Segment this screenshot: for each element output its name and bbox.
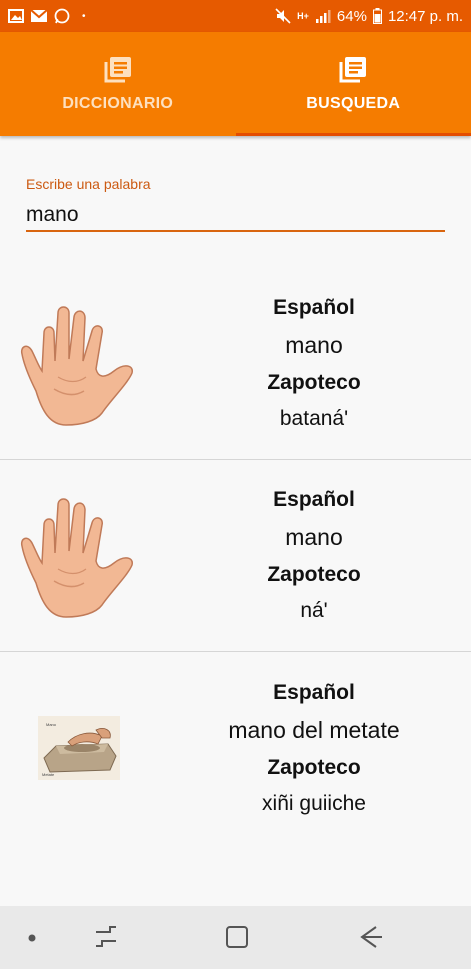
result-text: Español mano del metate Zapoteco xiñi gu… xyxy=(157,652,471,844)
spanish-word: mano xyxy=(285,332,343,358)
results-list: Español mano Zapoteco bataná' Español ma… xyxy=(0,268,471,844)
network-type: H+ xyxy=(297,11,309,21)
home-button[interactable] xyxy=(224,924,250,950)
clock: 12:47 p. m. xyxy=(387,7,463,25)
hand-image xyxy=(20,497,133,618)
tab-label: DICCIONARIO xyxy=(62,95,174,112)
spanish-word: mano del metate xyxy=(228,716,400,743)
spanish-label: Español xyxy=(273,488,355,511)
navigation-bar xyxy=(0,906,471,969)
spanish-label: Español xyxy=(273,296,355,319)
hand-image xyxy=(20,305,133,426)
svg-text:Mano: Mano xyxy=(46,722,57,727)
tab-label: BUSQUEDA xyxy=(306,95,401,112)
result-text: Español mano Zapoteco ná' xyxy=(157,460,471,651)
svg-text:Metate: Metate xyxy=(42,772,55,777)
status-bar: • H+ 64% 12:47 p. m. xyxy=(0,0,471,32)
zapotec-label: Zapoteco xyxy=(267,371,361,394)
gallery-icon xyxy=(8,9,24,23)
result-image xyxy=(0,268,157,459)
list-item[interactable]: Español mano Zapoteco ná' xyxy=(0,460,471,652)
zapotec-word: ná' xyxy=(300,599,328,622)
dot-icon: • xyxy=(82,10,86,22)
result-image: Mano Metate xyxy=(0,652,157,844)
system-icons: H+ 64% 12:47 p. m. xyxy=(275,8,463,25)
book-list-icon xyxy=(339,57,367,83)
battery-icon xyxy=(372,8,382,24)
recent-apps-button[interactable] xyxy=(92,924,120,950)
tab-diccionario[interactable]: DICCIONARIO xyxy=(0,32,236,136)
tab-busqueda[interactable]: BUSQUEDA xyxy=(235,32,471,136)
result-text: Español mano Zapoteco bataná' xyxy=(157,268,471,459)
book-list-icon xyxy=(104,57,131,83)
back-button[interactable] xyxy=(356,924,384,950)
battery-percent: 64% xyxy=(336,7,367,25)
mute-icon xyxy=(275,8,291,24)
result-image xyxy=(0,460,157,651)
list-item[interactable]: Mano Metate Español mano del metate Zapo… xyxy=(0,652,471,844)
signal-icon xyxy=(315,10,331,23)
search-label: Escribe una palabra xyxy=(26,176,151,192)
dot-icon xyxy=(28,934,36,942)
zapotec-label: Zapoteco xyxy=(267,755,361,779)
metate-image: Mano Metate xyxy=(37,716,120,780)
tab-bar: DICCIONARIO BUSQUEDA xyxy=(0,32,471,136)
zapotec-word: xiñi guiiche xyxy=(262,791,366,815)
zapotec-label: Zapoteco xyxy=(267,563,361,586)
spanish-word: mano xyxy=(285,524,343,550)
list-item[interactable]: Español mano Zapoteco bataná' xyxy=(0,268,471,460)
search-field: Escribe una palabra xyxy=(26,176,445,232)
notification-icons: • xyxy=(8,8,86,24)
mail-icon xyxy=(30,9,48,22)
search-input[interactable] xyxy=(26,200,445,232)
zapotec-word: bataná' xyxy=(279,407,349,430)
whatsapp-icon xyxy=(54,8,70,24)
spanish-label: Español xyxy=(273,680,355,704)
